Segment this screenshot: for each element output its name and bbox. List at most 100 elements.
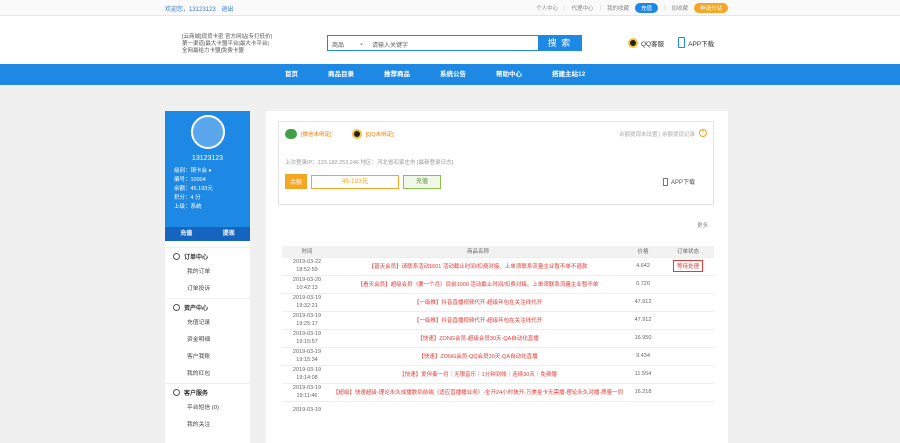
order-product-name[interactable]: 【一级推】抖音直播视频代开-超级年包在关注线代开 [332,292,624,311]
order-status-cell [662,382,714,401]
order-product-name[interactable]: 【看天会员】超级会员（要一个月）目前1000 活动截止时间/扣费对接、上单须联系… [332,274,624,293]
order-status-cell: 等待处理 [662,256,714,275]
search-button[interactable]: 搜 索 [538,36,581,50]
order-time: 19:25:17 [296,321,318,327]
column-header: 价格 [624,246,662,257]
stat-level: 级别：铜卡会 ♦ [174,168,212,174]
menu-section-orders: 订单中心 [165,247,250,264]
logout-link[interactable]: 退出 [221,7,233,13]
order-date: 2019-03-19 [292,331,322,337]
order-time-cell: 2019-03-19 19:14:08 [282,364,332,383]
table-row[interactable]: 2019-03-19 19:32:21 【一级推】抖音直播视频代开-超级年包在关注线… [282,292,714,311]
order-date: 2019-03-19 [292,385,322,391]
balance-label: 余额 [285,174,308,189]
sidebar-item-follows[interactable]: 我的关注 [165,417,250,434]
phone-icon [662,177,668,186]
order-status-badge[interactable]: 等待处理 [672,260,703,272]
order-status-cell [662,310,714,329]
menu-section-assets: 资产中心 [165,298,250,315]
nav-catalog[interactable]: 商品目录 [313,64,369,85]
search-category-select[interactable]: 商品 ⌄ [328,36,368,50]
order-product-name[interactable] [332,400,624,419]
table-row[interactable]: 2019-03-22 18:52:59 【普天会员】请联系活动1601 活动截止时间… [282,256,714,275]
order-date: 2019-03-20 [292,277,322,283]
apply-site-pill-button[interactable]: 申请分站 [693,3,728,13]
sidebar-item-my-orders[interactable]: 我的订单 [165,264,250,281]
order-status-cell [662,328,714,347]
order-date: 2019-03-19 [292,407,322,414]
recharge-tab[interactable]: 充值 [165,227,208,241]
sidebar-item-red-packets[interactable]: 我的红包 [165,366,250,383]
welcome-area: 欢迎您，13123123 退出 [165,4,233,13]
personal-center-link[interactable]: 个人中心 [536,4,558,12]
search-input[interactable]: 请输入关键字 [368,36,538,50]
order-product-name[interactable]: 【超级】快速超级-理论永久成播数到前端（适应直播播业务）-全开24小时快开-万美… [332,382,624,401]
main-content: [微信未绑定] [QQ未绑定] 余额提现未设置 | 余额提现记录 ? 上次登录I… [266,111,728,443]
favorites-link[interactable]: 我的收藏 [607,4,629,12]
order-status-cell [662,292,714,311]
column-header: 订单状态 [662,246,714,257]
sidebar-menu: 订单中心 我的订单 订单投诉 资产中心 充值记录 资金明细 客户我账 我的红包 … [165,247,250,434]
agent-center-link[interactable]: 代理中心 [572,4,594,12]
help-icon[interactable]: ? [699,129,707,137]
bookmark-link[interactable]: 加收藏 [671,4,688,12]
sidebar-item-order-complaints[interactable]: 订单投诉 [165,281,250,298]
order-product-name[interactable]: 【快速】ZONG会员-超级会员30天-QA自动化直播 [332,328,624,347]
app-download-link[interactable]: APP下载 [678,37,714,48]
avatar[interactable] [191,115,225,149]
table-row[interactable]: 2019-03-19 19:15:57 【快速】ZONG会员-超级会员30天-QA自… [282,328,714,347]
nav-build-site[interactable]: 搭建主站12 [537,64,600,85]
sidebar-item-recharge-records[interactable]: 充值记录 [165,315,250,332]
nav-home[interactable]: 首页 [270,64,313,85]
order-product-name[interactable]: 【快速】爱伴奏一月｜无限音乐｜1分钟到帐｜连续30天｜免费赠 [332,364,624,383]
order-time: 19:15:57 [296,339,318,345]
balance-value: 45.193元 [311,174,400,189]
nav-help[interactable]: 帮助中心 [481,64,537,85]
table-row[interactable]: 2019-03-19 [282,400,714,419]
recharge-pill-button[interactable]: 充值 [635,3,659,13]
order-product-name[interactable]: 【快速】ZONG会员-QQ会员30天-QA自动化直播 [332,346,624,365]
order-price: 16.218 [624,382,662,401]
nav-recommended[interactable]: 推荐商品 [369,64,425,85]
orders-table: 时间 商品名称 价格 订单状态 2019-03-22 18:52:59 【普天会员】… [282,246,714,419]
order-price: 9.434 [624,346,662,365]
sidebar-item-fund-details[interactable]: 资金明细 [165,332,250,349]
order-time: 19:32:21 [296,303,318,309]
phone-icon [678,37,686,48]
order-product-name[interactable]: 【普天会员】请联系活动1601 活动截止时间/扣费对接、上单须联系流量主业暂不单… [332,256,624,275]
order-status-cell [662,400,714,419]
sidebar-item-sms[interactable]: 平台短信 (0) [165,400,250,417]
qq-binding[interactable]: [QQ未绑定] [351,129,394,139]
profile-stats: 级别：铜卡会 ♦ 编号：10004 余额：45.193元 积分：4 分 上级：系… [174,167,213,212]
order-time-cell: 2019-03-19 19:15:34 [282,346,332,365]
menu-section-title: 客户服务 [184,390,209,397]
sidebar-item-customer-account[interactable]: 客户我账 [165,349,250,366]
balance-row: 余额 45.193元 充值 [285,174,442,189]
table-row[interactable]: 2019-03-20 10:42:13 【看天会员】超级会员（要一个月）目前1000… [282,274,714,293]
table-row[interactable]: 2019-03-19 19:15:34 【快速】ZONG会员-QQ会员30天-QA自… [282,346,714,365]
order-price: 47.912 [624,292,662,311]
wechat-binding[interactable]: [微信未绑定] [285,129,332,139]
cart-icon [173,252,180,260]
header: [云商城]现货卡密 官方网站|专打低价|第一渠道|最大卡盟平台|最大卡平台|全网… [0,16,900,64]
table-row[interactable]: 2019-03-19 19:14:08 【快速】爱伴奏一月｜无限音乐｜1分钟到帐｜连… [282,364,714,383]
order-product-name[interactable]: 【一级推】抖音直播视频代开-超级年包在关注线代开 [332,310,624,329]
table-row[interactable]: 2019-03-19 19:25:17 【一级推】抖音直播视频代开-超级年包在关注线… [282,310,714,329]
order-time: 19:11:46 [296,393,318,399]
qq-service-link[interactable]: QQ客服 [628,37,664,48]
divider: | [564,5,566,11]
more-link[interactable]: 更多 [697,221,708,229]
service-icon [173,388,180,396]
menu-section-title: 订单中心 [184,254,209,261]
order-status-cell [662,346,714,365]
card-app-download[interactable]: APP下载 [662,177,695,186]
withdraw-settings-link[interactable]: 余额提现未设置 | 余额提现记录 [619,130,695,138]
recharge-button[interactable]: 充值 [403,174,442,189]
table-row[interactable]: 2019-03-19 19:11:46 【超级】快速超级-理论永久成播数到前端（适应… [282,382,714,401]
profile-actions: 充值 提现 [165,227,250,241]
menu-section-service: 客户服务 [165,383,250,400]
nav-announcements[interactable]: 系统公告 [425,64,481,85]
order-status-cell [662,274,714,293]
user-sidebar: 13123123 级别：铜卡会 ♦ 编号：10004 余额：45.193元 积分… [165,111,250,443]
withdraw-tab[interactable]: 提现 [208,227,251,241]
